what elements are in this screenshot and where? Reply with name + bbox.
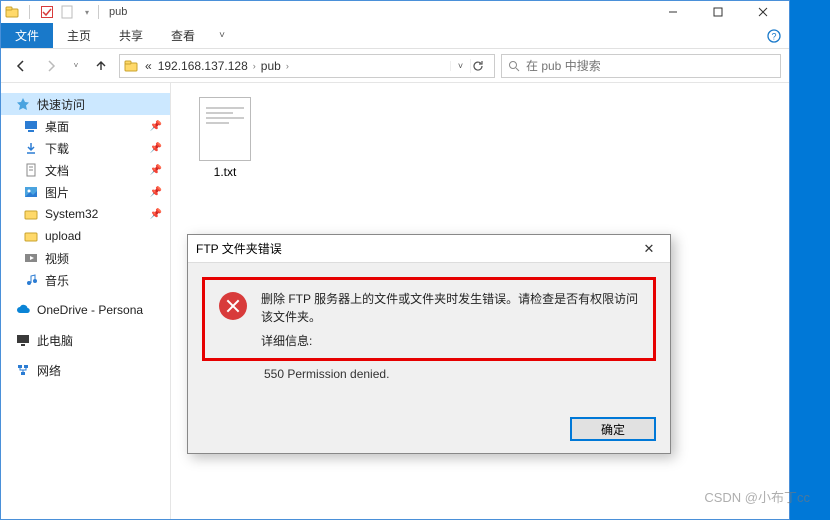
sidebar-item-this-pc[interactable]: 此电脑 (1, 329, 170, 351)
minimize-button[interactable] (650, 1, 695, 23)
error-icon (219, 292, 247, 320)
network-icon (15, 362, 31, 378)
text-file-icon (199, 97, 251, 161)
pin-icon: 📌 (150, 121, 162, 132)
dialog-detail-label: 详细信息: (261, 332, 643, 350)
star-icon (15, 96, 31, 112)
sidebar-item-label: OneDrive - Persona (37, 303, 143, 317)
sidebar-item-label: 视频 (45, 250, 69, 267)
address-bar[interactable]: « 192.168.137.128 › pub › ˅ (119, 54, 495, 78)
dialog-message: 删除 FTP 服务器上的文件或文件夹时发生错误。请检查是否有权限访问该文件夹。 (261, 290, 643, 326)
checkbox-icon[interactable] (40, 5, 54, 19)
download-icon (23, 140, 39, 156)
sidebar-item-pictures[interactable]: 图片 📌 (1, 181, 170, 203)
refresh-icon[interactable] (470, 59, 494, 73)
maximize-button[interactable] (695, 1, 740, 23)
dialog-titlebar[interactable]: FTP 文件夹错误 ✕ (188, 235, 670, 263)
sidebar-item-label: 文档 (45, 162, 69, 179)
pin-icon: 📌 (150, 143, 162, 154)
tab-share[interactable]: 共享 (105, 23, 157, 48)
chevron-right-icon[interactable]: › (284, 61, 291, 71)
sidebar-item-music[interactable]: 音乐 (1, 269, 170, 291)
dialog-buttons: 确定 (570, 417, 656, 441)
sidebar-item-documents[interactable]: 文档 📌 (1, 159, 170, 181)
sidebar-item-label: 图片 (45, 184, 69, 201)
dialog-close-button[interactable]: ✕ (636, 241, 662, 257)
qat-dropdown-icon[interactable]: ▾ (80, 5, 94, 19)
error-dialog: FTP 文件夹错误 ✕ 删除 FTP 服务器上的文件或文件夹时发生错误。请检查是… (187, 234, 671, 454)
titlebar[interactable]: ▾ pub (1, 1, 789, 23)
svg-text:?: ? (771, 31, 776, 41)
tab-file[interactable]: 文件 (1, 23, 53, 48)
close-button[interactable] (740, 1, 785, 23)
breadcrumb-prefix[interactable]: « (142, 59, 155, 73)
ribbon-tabs: 文件 主页 共享 查看 ˅ ? (1, 23, 789, 49)
nav-back-button[interactable] (9, 54, 33, 78)
sidebar-item-label: upload (45, 229, 81, 243)
sidebar-item-label: System32 (45, 207, 98, 221)
quick-access-toolbar: ▾ (5, 5, 94, 19)
watermark: CSDN @小布丁cc (704, 487, 810, 506)
breadcrumb-folder[interactable]: pub (258, 59, 284, 73)
folder-icon (23, 206, 39, 222)
sidebar-item-quick-access[interactable]: 快速访问 (1, 93, 170, 115)
pin-icon: 📌 (150, 209, 162, 220)
window-title: pub (109, 6, 127, 18)
search-icon (508, 60, 520, 72)
nav-sidebar: 快速访问 桌面 📌 下载 📌 文档 📌 图片 📌 System32 📌 upload 视频… (1, 83, 171, 519)
sidebar-item-desktop[interactable]: 桌面 📌 (1, 115, 170, 137)
monitor-icon (15, 332, 31, 348)
pin-icon: 📌 (150, 165, 162, 176)
breadcrumb-host[interactable]: 192.168.137.128 (155, 59, 251, 73)
sidebar-item-label: 快速访问 (37, 96, 85, 113)
document-icon (23, 162, 39, 178)
desktop-icon (23, 118, 39, 134)
blank-page-icon[interactable] (60, 5, 74, 19)
ok-button[interactable]: 确定 (570, 417, 656, 441)
search-input[interactable] (524, 58, 774, 74)
sidebar-item-network[interactable]: 网络 (1, 359, 170, 381)
pin-icon: 📌 (150, 187, 162, 198)
window-controls (650, 1, 785, 23)
nav-up-button[interactable] (89, 54, 113, 78)
nav-recent-dropdown[interactable]: ˅ (69, 54, 83, 78)
tab-view[interactable]: 查看 (157, 23, 209, 48)
sidebar-item-label: 音乐 (45, 272, 69, 289)
dialog-title: FTP 文件夹错误 (196, 240, 282, 257)
help-icon[interactable]: ? (759, 23, 789, 48)
sidebar-item-upload[interactable]: upload (1, 225, 170, 247)
address-row: ˅ « 192.168.137.128 › pub › ˅ (1, 49, 789, 83)
sidebar-item-label: 桌面 (45, 118, 69, 135)
sidebar-item-videos[interactable]: 视频 (1, 247, 170, 269)
cloud-icon (15, 302, 31, 318)
sidebar-item-onedrive[interactable]: OneDrive - Persona (1, 299, 170, 321)
sidebar-item-system32[interactable]: System32 📌 (1, 203, 170, 225)
tab-home[interactable]: 主页 (53, 23, 105, 48)
sidebar-item-label: 网络 (37, 362, 61, 379)
file-name: 1.txt (185, 165, 265, 179)
video-icon (23, 250, 39, 266)
music-icon (23, 272, 39, 288)
folder-icon (23, 228, 39, 244)
dialog-detail: 550 Permission denied. (264, 367, 656, 381)
sidebar-item-label: 下载 (45, 140, 69, 157)
dialog-message-box: 删除 FTP 服务器上的文件或文件夹时发生错误。请检查是否有权限访问该文件夹。 … (202, 277, 656, 361)
nav-forward-button[interactable] (39, 54, 63, 78)
search-box[interactable] (501, 54, 781, 78)
sidebar-item-label: 此电脑 (37, 332, 73, 349)
folder-icon (5, 5, 19, 19)
ribbon-expand-icon[interactable]: ˅ (209, 23, 235, 48)
address-folder-icon (120, 59, 142, 73)
pictures-icon (23, 184, 39, 200)
dialog-body: 删除 FTP 服务器上的文件或文件夹时发生错误。请检查是否有权限访问该文件夹。 … (188, 263, 670, 389)
address-dropdown-icon[interactable]: ˅ (450, 61, 470, 71)
chevron-right-icon[interactable]: › (251, 61, 258, 71)
sidebar-item-downloads[interactable]: 下载 📌 (1, 137, 170, 159)
